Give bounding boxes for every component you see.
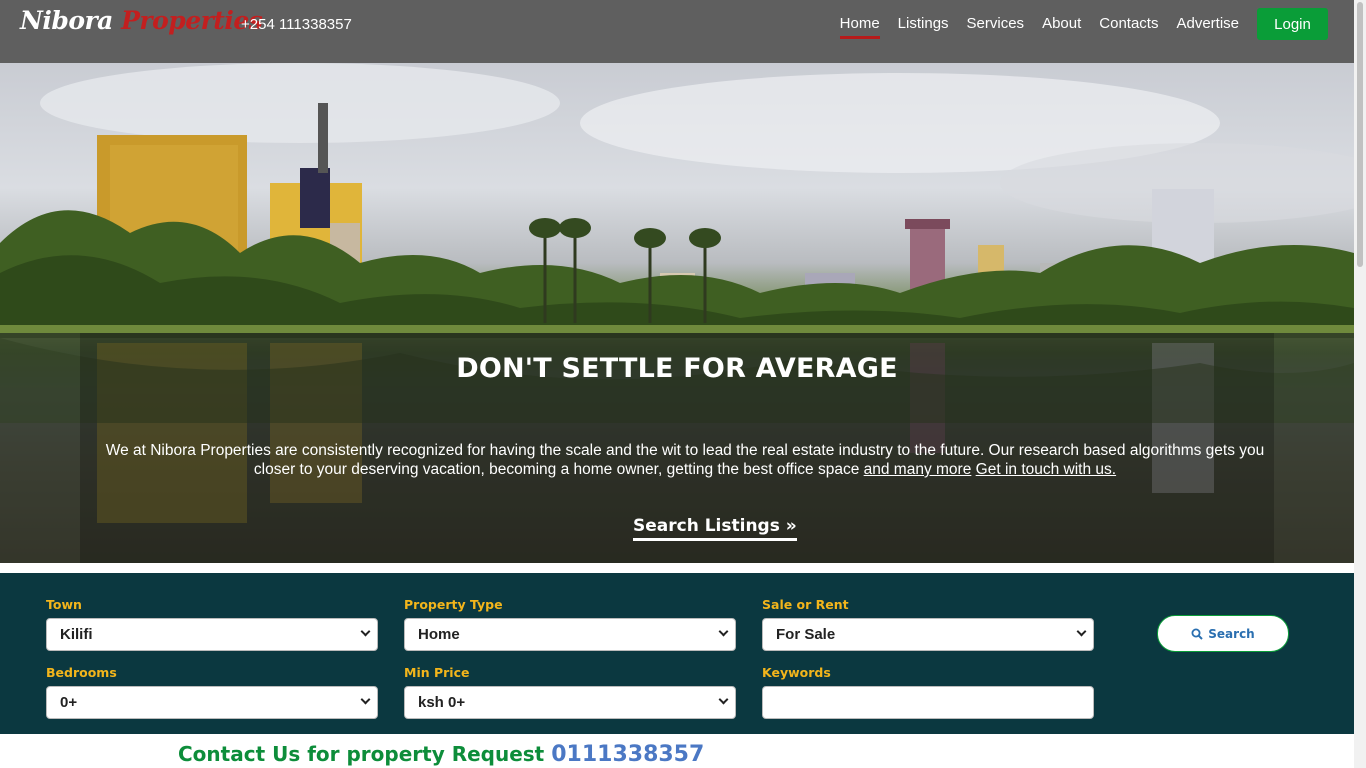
- bedrooms-value: 0+: [60, 694, 78, 711]
- nav-advertise[interactable]: Advertise: [1176, 15, 1239, 39]
- nav-services[interactable]: Services: [967, 15, 1025, 39]
- nav-contacts[interactable]: Contacts: [1099, 15, 1158, 39]
- search-icon: [1191, 628, 1203, 640]
- chevron-down-icon: [718, 626, 729, 637]
- property-type-select[interactable]: Home: [404, 618, 736, 651]
- chevron-down-icon: [360, 694, 371, 705]
- bedrooms-select[interactable]: 0+: [46, 686, 378, 719]
- contact-request-text: Contact Us for property Request: [178, 742, 545, 766]
- property-type-value: Home: [418, 626, 460, 643]
- scrollbar-thumb[interactable]: [1357, 2, 1363, 267]
- main-nav: Home Listings Services About Contacts Ad…: [839, 15, 1239, 39]
- property-type-field: Property Type Home: [404, 597, 736, 651]
- hero-link-contact[interactable]: Get in touch with us.: [976, 461, 1116, 478]
- sale-or-rent-value: For Sale: [776, 626, 836, 643]
- min-price-label: Min Price: [404, 665, 470, 680]
- sale-or-rent-label: Sale or Rent: [762, 597, 849, 612]
- keywords-field: Keywords: [762, 665, 1094, 719]
- header-phone: +254 111338357: [241, 16, 352, 33]
- sale-or-rent-select[interactable]: For Sale: [762, 618, 1094, 651]
- chevron-down-icon: [1076, 626, 1087, 637]
- min-price-value: ksh 0+: [418, 694, 466, 711]
- property-search-panel: Town Kilifi Property Type Home Sale or R…: [0, 573, 1354, 734]
- chevron-down-icon: [718, 694, 729, 705]
- page-scrollbar[interactable]: [1354, 0, 1366, 768]
- logo-word-1: Nibora: [20, 6, 113, 35]
- bedrooms-label: Bedrooms: [46, 665, 117, 680]
- bedrooms-field: Bedrooms 0+: [46, 665, 378, 719]
- min-price-field: Min Price ksh 0+: [404, 665, 736, 719]
- nav-about[interactable]: About: [1042, 15, 1081, 39]
- search-button-label: Search: [1208, 626, 1255, 641]
- search-button[interactable]: Search: [1157, 615, 1289, 652]
- hero-section: DON'T SETTLE FOR AVERAGE We at Nibora Pr…: [0, 63, 1354, 563]
- town-value: Kilifi: [60, 626, 93, 643]
- sale-or-rent-field: Sale or Rent For Sale: [762, 597, 1094, 651]
- contact-request-line: Contact Us for property Request 01113383…: [178, 742, 704, 767]
- town-label: Town: [46, 597, 82, 612]
- town-field: Town Kilifi: [46, 597, 378, 651]
- keywords-input[interactable]: [762, 686, 1094, 719]
- town-select[interactable]: Kilifi: [46, 618, 378, 651]
- hero-title: DON'T SETTLE FOR AVERAGE: [456, 353, 898, 384]
- contact-phone-number[interactable]: 0111338357: [551, 742, 704, 767]
- login-button[interactable]: Login: [1257, 8, 1328, 40]
- nav-listings[interactable]: Listings: [898, 15, 949, 39]
- site-logo[interactable]: Nibora Properties: [20, 6, 263, 35]
- nav-home[interactable]: Home: [839, 15, 880, 39]
- keywords-label: Keywords: [762, 665, 831, 680]
- hero-link-more[interactable]: and many more: [864, 461, 972, 478]
- min-price-select[interactable]: ksh 0+: [404, 686, 736, 719]
- chevron-down-icon: [360, 626, 371, 637]
- property-type-label: Property Type: [404, 597, 503, 612]
- hero-description: We at Nibora Properties are consistently…: [100, 441, 1270, 479]
- search-listings-link[interactable]: Search Listings »: [633, 516, 797, 541]
- top-navbar: Nibora Properties +254 111338357 Home Li…: [0, 0, 1354, 63]
